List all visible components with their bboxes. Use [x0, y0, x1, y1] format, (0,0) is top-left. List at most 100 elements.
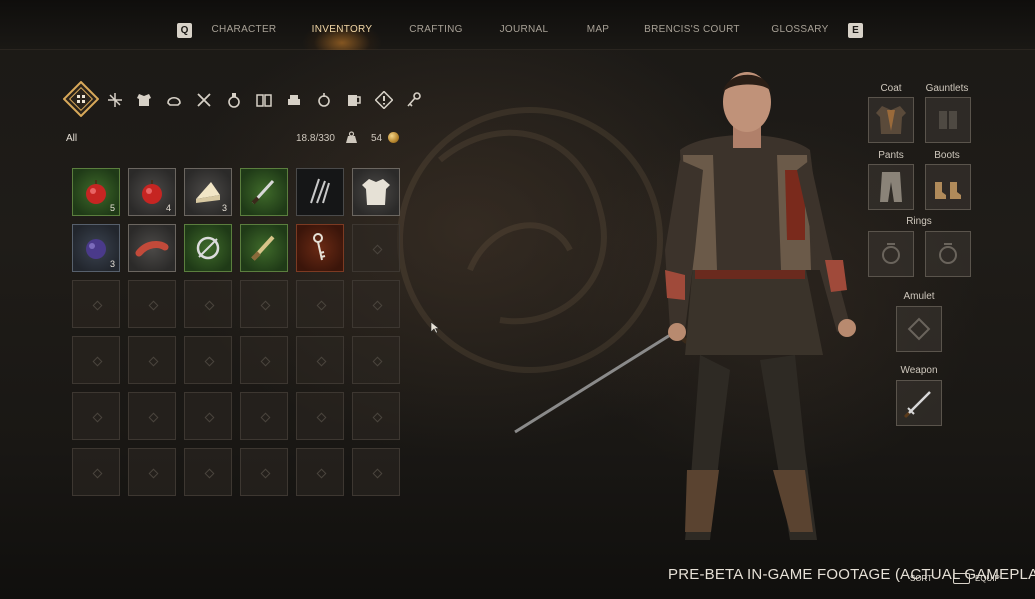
gauntlets-icon — [939, 111, 957, 129]
inventory-slot-empty[interactable] — [72, 336, 120, 384]
weapon-slot[interactable] — [896, 380, 942, 426]
inventory-slot-empty[interactable] — [184, 280, 232, 328]
knife-icon — [251, 235, 275, 261]
coin-icon — [388, 132, 399, 143]
inventory-slot-empty[interactable] — [296, 392, 344, 440]
inventory-slot[interactable]: 3 — [184, 168, 232, 216]
inventory-slot-empty[interactable] — [184, 448, 232, 496]
food-icon[interactable] — [284, 90, 304, 110]
sort-button[interactable]: SORT — [910, 574, 932, 583]
weight-icon — [346, 131, 357, 143]
book-icon[interactable] — [254, 90, 274, 110]
rings-label: Rings — [906, 216, 932, 227]
inventory-slot[interactable] — [184, 224, 232, 272]
inventory-slot-empty[interactable] — [128, 280, 176, 328]
inventory-slot[interactable] — [128, 224, 176, 272]
tab-map[interactable]: MAP — [587, 24, 610, 35]
inventory-slot-empty[interactable] — [128, 336, 176, 384]
gold-amount: 54 — [371, 133, 383, 144]
inventory-slot-empty[interactable] — [352, 336, 400, 384]
item-quantity: 3 — [221, 203, 227, 213]
boots-slot[interactable] — [925, 164, 971, 210]
equip-button[interactable]: EQUIP — [975, 574, 1000, 583]
inventory-slot[interactable] — [240, 224, 288, 272]
character-model — [514, 72, 856, 540]
inventory-slot-empty[interactable] — [240, 336, 288, 384]
item-quantity: 4 — [165, 203, 171, 213]
item-quantity: 5 — [109, 203, 115, 213]
tab-journal[interactable]: JOURNAL — [500, 24, 549, 35]
tab-brenciss-court[interactable]: BRENCIS'S COURT — [644, 24, 740, 35]
inventory-slot-empty[interactable] — [184, 392, 232, 440]
inventory-slot-empty[interactable] — [240, 392, 288, 440]
inventory-screen: Q CHARACTER INVENTORY CRAFTING JOURNAL M… — [0, 0, 1035, 599]
coat-slot[interactable] — [868, 97, 914, 143]
inventory-slot-empty[interactable] — [352, 392, 400, 440]
inventory-slot-empty[interactable] — [352, 280, 400, 328]
tab-glossary[interactable]: GLOSSARY — [771, 24, 828, 35]
amulet-label: Amulet — [903, 291, 935, 302]
carry-weight: 18.8/330 — [296, 133, 335, 144]
inventory-slot-empty[interactable] — [240, 448, 288, 496]
ring-placeholder-icon — [939, 243, 957, 264]
inventory-slot[interactable]: 5 — [72, 168, 120, 216]
next-tab-key[interactable]: E — [848, 23, 863, 38]
gauntlets-slot[interactable] — [925, 97, 971, 143]
equip-key-icon — [953, 573, 970, 584]
ring-slot-2[interactable] — [925, 231, 971, 277]
mouse-cursor-icon — [430, 321, 440, 334]
previous-tab-key[interactable]: Q — [177, 23, 192, 38]
inventory-slot[interactable] — [240, 168, 288, 216]
inventory-slot-empty[interactable] — [352, 448, 400, 496]
lockpicks-icon — [310, 178, 330, 204]
helmet-icon[interactable] — [164, 90, 184, 110]
coat-label: Coat — [880, 83, 902, 94]
all-items-icon[interactable] — [63, 81, 99, 117]
inventory-slot-empty[interactable] — [296, 336, 344, 384]
inventory-slot[interactable] — [296, 168, 344, 216]
crossbow-icon[interactable] — [105, 90, 125, 110]
amulet-slot[interactable] — [896, 306, 942, 352]
inventory-slot-empty[interactable] — [72, 392, 120, 440]
key-icon[interactable] — [404, 90, 424, 110]
top-navigation-bar: Q CHARACTER INVENTORY CRAFTING JOURNAL M… — [0, 0, 1035, 50]
inventory-slot[interactable] — [352, 168, 400, 216]
inventory-slot-empty[interactable] — [296, 448, 344, 496]
inventory-slot-empty[interactable] — [296, 280, 344, 328]
weapon-label: Weapon — [900, 365, 938, 376]
mug-icon[interactable] — [344, 90, 364, 110]
inventory-slot-empty[interactable] — [240, 280, 288, 328]
boots-label: Boots — [934, 150, 960, 161]
tab-character[interactable]: CHARACTER — [212, 24, 277, 35]
inventory-slot-empty[interactable] — [72, 280, 120, 328]
amulet-placeholder-icon — [907, 317, 931, 341]
gauntlets-label: Gauntlets — [925, 83, 969, 94]
inventory-slot-empty[interactable] — [352, 224, 400, 272]
inventory-slot[interactable]: 3 — [72, 224, 120, 272]
filter-label: All — [66, 133, 78, 144]
boots-icon — [935, 182, 961, 199]
pants-slot[interactable] — [868, 164, 914, 210]
ring-icon — [196, 236, 220, 260]
ring-placeholder-icon — [882, 243, 900, 264]
tools-icon[interactable] — [194, 90, 214, 110]
ring-slot-1[interactable] — [868, 231, 914, 277]
pants-icon — [880, 172, 902, 202]
inventory-slot-empty[interactable] — [184, 336, 232, 384]
inventory-slot[interactable] — [296, 224, 344, 272]
trinket-icon[interactable] — [314, 90, 334, 110]
inventory-slot-empty[interactable] — [128, 448, 176, 496]
key-item-icon — [313, 233, 326, 261]
sword-icon — [903, 391, 931, 419]
inventory-slot[interactable]: 4 — [128, 168, 176, 216]
dagger-icon — [251, 179, 275, 205]
potion-icon[interactable] — [224, 90, 244, 110]
inventory-slot-empty[interactable] — [128, 392, 176, 440]
coat-icon — [876, 106, 906, 134]
tab-inventory[interactable]: INVENTORY — [312, 24, 373, 35]
inventory-slot-empty[interactable] — [72, 448, 120, 496]
armor-icon[interactable] — [134, 90, 154, 110]
quest-icon[interactable] — [374, 90, 394, 110]
item-quantity: 3 — [109, 259, 115, 269]
tab-crafting[interactable]: CRAFTING — [409, 24, 463, 35]
